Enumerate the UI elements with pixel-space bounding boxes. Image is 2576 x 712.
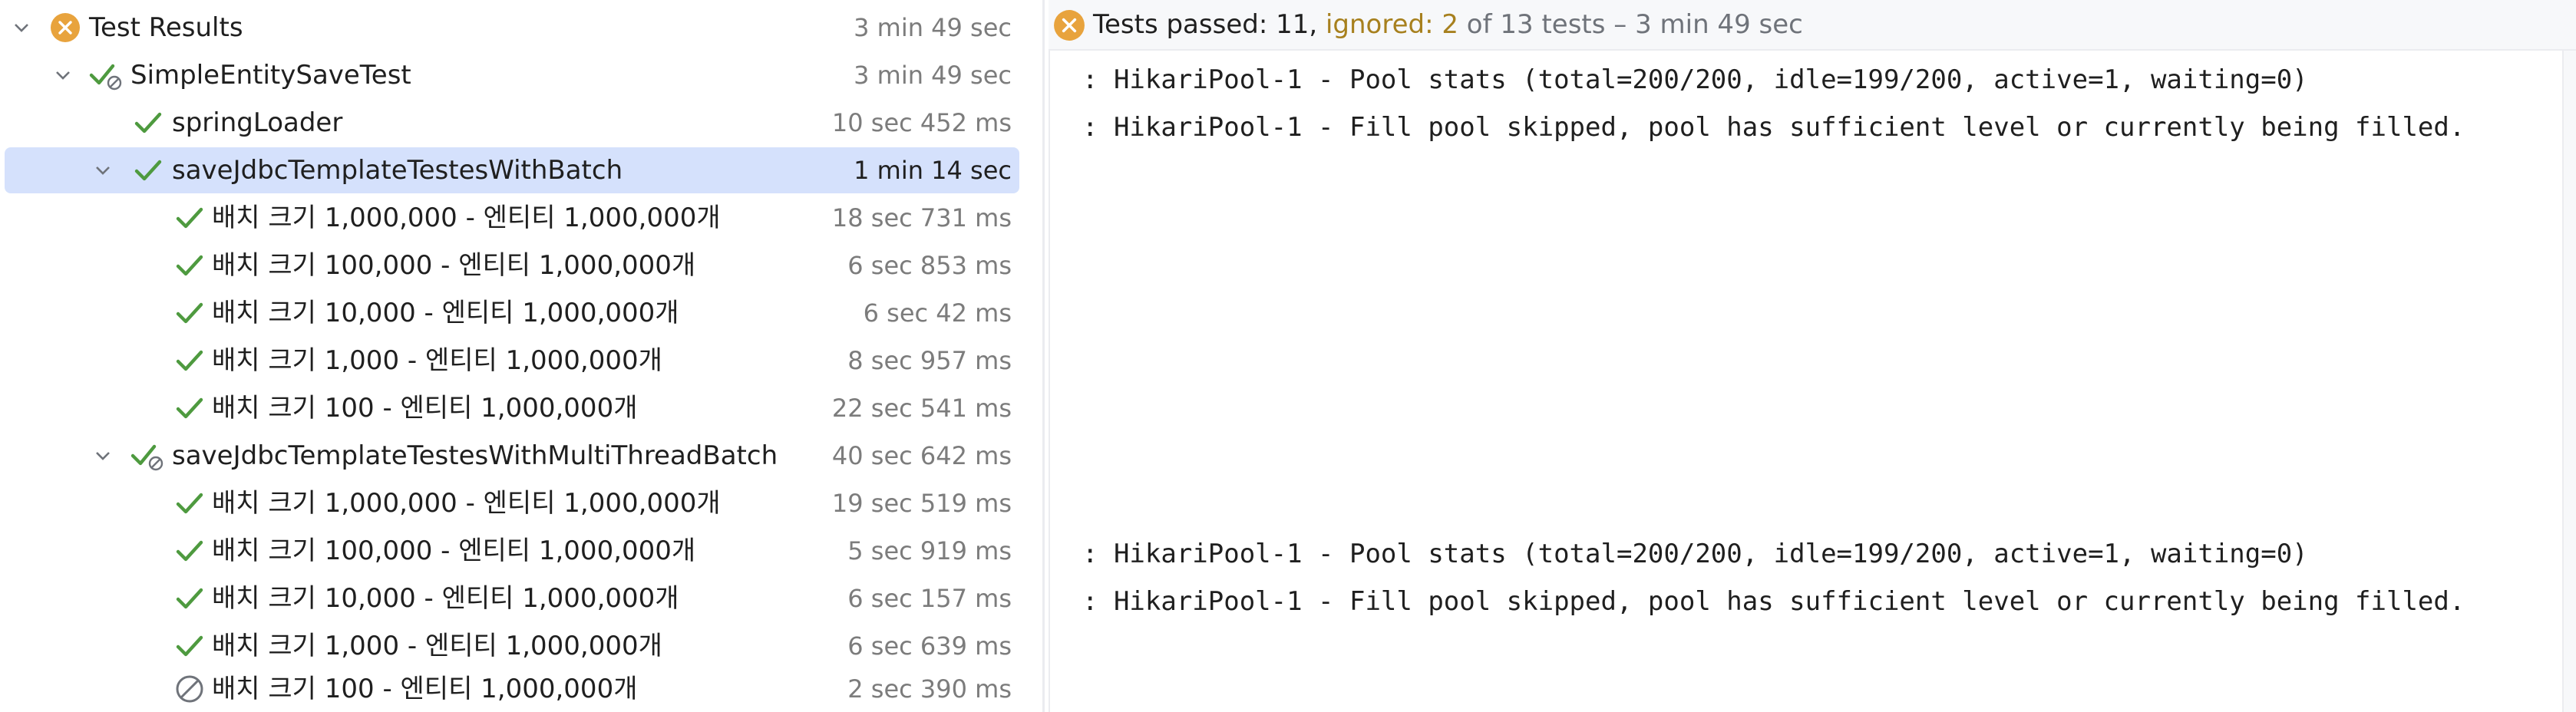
tree-row-duration: 3 min 49 sec xyxy=(854,61,1012,90)
check-icon xyxy=(172,480,207,526)
tree-row-label: SimpleEntitySaveTest xyxy=(130,60,411,91)
tree-row-label: 배치 크기 1,000,000 - 엔티티 1,000,000개 xyxy=(212,203,721,233)
console-pane: Tests passed: 11, ignored: 2 of 13 tests… xyxy=(1049,0,2576,712)
test-status-summary: Tests passed: 11, ignored: 2 of 13 tests… xyxy=(1093,0,1803,49)
chevron-down-icon[interactable] xyxy=(88,433,118,479)
tree-row-label: 배치 크기 100,000 - 엔티티 1,000,000개 xyxy=(212,250,696,281)
tree-row-simpleentitysavetest[interactable]: SimpleEntitySaveTest 3 min 49 sec xyxy=(0,52,1025,98)
status-total-and-duration: of 13 tests – 3 min 49 sec xyxy=(1466,9,1803,40)
chevron-down-icon[interactable] xyxy=(48,52,78,98)
tree-row-test-results[interactable]: Test Results 3 min 49 sec xyxy=(0,5,1025,51)
tree-row-duration: 6 sec 157 ms xyxy=(847,584,1012,613)
status-passed-count: Tests passed: 11, xyxy=(1093,9,1318,40)
test-status-bar: Tests passed: 11, ignored: 2 of 13 tests… xyxy=(1049,0,2576,51)
tree-row-label: 배치 크기 10,000 - 엔티티 1,000,000개 xyxy=(212,583,679,614)
tree-row-multithread-batch-test[interactable]: 배치 크기 10,000 - 엔티티 1,000,000개 6 sec 157 … xyxy=(0,575,1025,621)
tree-row-duration: 8 sec 957 ms xyxy=(847,346,1012,375)
warning-status-icon xyxy=(48,5,83,51)
tree-row-duration: 40 sec 642 ms xyxy=(831,441,1012,470)
status-ignored-count[interactable]: ignored: 2 xyxy=(1326,9,1458,40)
check-icon xyxy=(172,528,207,574)
check-icon xyxy=(172,338,207,384)
tree-row-label: saveJdbcTemplateTestesWithMultiThreadBat… xyxy=(172,440,778,471)
tree-row-duration: 5 sec 919 ms xyxy=(847,536,1012,565)
tree-row-duration: 2 sec 390 ms xyxy=(847,674,1012,704)
log-line: : HikariPool-1 - Fill pool skipped, pool… xyxy=(1082,586,2465,617)
log-line: : HikariPool-1 - Fill pool skipped, pool… xyxy=(1082,112,2465,143)
test-runner-window: Test Results 3 min 49 sec SimpleEntitySa… xyxy=(0,0,2576,712)
tree-row-batch-test[interactable]: 배치 크기 1,000 - 엔티티 1,000,000개 8 sec 957 m… xyxy=(0,338,1025,384)
tree-row-label: 배치 크기 100 - 엔티티 1,000,000개 xyxy=(212,674,638,704)
tree-row-savejdbctemplatetesteswithbatch[interactable]: saveJdbcTemplateTestesWithBatch 1 min 14… xyxy=(5,147,1019,193)
console-output[interactable]: : HikariPool-1 - Pool stats (total=200/2… xyxy=(1049,51,2562,712)
check-icon xyxy=(130,147,166,193)
tree-row-label: 배치 크기 100,000 - 엔티티 1,000,000개 xyxy=(212,536,696,566)
passed-with-ignored-icon xyxy=(89,52,124,98)
tree-row-multithread-batch-test[interactable]: 배치 크기 1,000 - 엔티티 1,000,000개 6 sec 639 m… xyxy=(0,623,1025,669)
tree-row-savejdbctemplatetesteswithmultithreadbatch[interactable]: saveJdbcTemplateTestesWithMultiThreadBat… xyxy=(0,433,1025,479)
check-icon xyxy=(172,242,207,288)
tree-row-label: 배치 크기 1,000 - 엔티티 1,000,000개 xyxy=(212,345,662,376)
ignored-icon xyxy=(172,666,207,712)
tree-row-duration: 22 sec 541 ms xyxy=(831,394,1012,423)
tree-row-batch-test[interactable]: 배치 크기 1,000,000 - 엔티티 1,000,000개 18 sec … xyxy=(0,195,1025,241)
tree-row-duration: 1 min 14 sec xyxy=(854,156,1012,185)
tree-row-duration: 10 sec 452 ms xyxy=(831,108,1012,137)
tree-row-duration: 6 sec 853 ms xyxy=(847,251,1012,280)
tree-row-label: springLoader xyxy=(172,107,343,138)
check-icon xyxy=(172,290,207,336)
check-icon xyxy=(172,623,207,669)
pane-splitter[interactable] xyxy=(1042,0,1045,712)
tree-row-batch-test[interactable]: 배치 크기 10,000 - 엔티티 1,000,000개 6 sec 42 m… xyxy=(0,290,1025,336)
tree-row-label: 배치 크기 1,000 - 엔티티 1,000,000개 xyxy=(212,631,662,661)
chevron-down-icon[interactable] xyxy=(88,147,118,193)
tree-row-duration: 18 sec 731 ms xyxy=(831,203,1012,232)
check-icon xyxy=(172,195,207,241)
tree-row-duration: 6 sec 42 ms xyxy=(863,298,1012,328)
tree-row-batch-test[interactable]: 배치 크기 100 - 엔티티 1,000,000개 22 sec 541 ms xyxy=(0,385,1025,431)
tree-row-label: Test Results xyxy=(89,12,243,43)
check-icon xyxy=(130,100,166,146)
log-line: : HikariPool-1 - Pool stats (total=200/2… xyxy=(1082,64,2308,95)
tree-row-label: saveJdbcTemplateTestesWithBatch xyxy=(172,155,623,186)
tree-row-duration: 19 sec 519 ms xyxy=(831,489,1012,518)
tree-row-label: 배치 크기 1,000,000 - 엔티티 1,000,000개 xyxy=(212,488,721,519)
tree-row-duration: 6 sec 639 ms xyxy=(847,631,1012,661)
log-line: : HikariPool-1 - Pool stats (total=200/2… xyxy=(1082,539,2308,569)
warning-status-icon xyxy=(1053,8,1085,41)
console-scrollbar[interactable] xyxy=(2562,51,2576,712)
tree-row-multithread-batch-test[interactable]: 배치 크기 100,000 - 엔티티 1,000,000개 5 sec 919… xyxy=(0,528,1025,574)
tree-row-multithread-batch-test[interactable]: 배치 크기 100 - 엔티티 1,000,000개 2 sec 390 ms xyxy=(0,666,1025,712)
passed-with-ignored-icon xyxy=(130,433,166,479)
tree-row-batch-test[interactable]: 배치 크기 100,000 - 엔티티 1,000,000개 6 sec 853… xyxy=(0,242,1025,288)
tree-row-multithread-batch-test[interactable]: 배치 크기 1,000,000 - 엔티티 1,000,000개 19 sec … xyxy=(0,480,1025,526)
tree-row-label: 배치 크기 10,000 - 엔티티 1,000,000개 xyxy=(212,298,679,328)
tree-row-duration: 3 min 49 sec xyxy=(854,13,1012,42)
chevron-down-icon[interactable] xyxy=(6,5,37,51)
check-icon xyxy=(172,385,207,431)
tree-row-label: 배치 크기 100 - 엔티티 1,000,000개 xyxy=(212,393,638,424)
check-icon xyxy=(172,575,207,621)
test-results-tree[interactable]: Test Results 3 min 49 sec SimpleEntitySa… xyxy=(0,0,1033,712)
tree-row-springloader[interactable]: springLoader 10 sec 452 ms xyxy=(0,100,1025,146)
